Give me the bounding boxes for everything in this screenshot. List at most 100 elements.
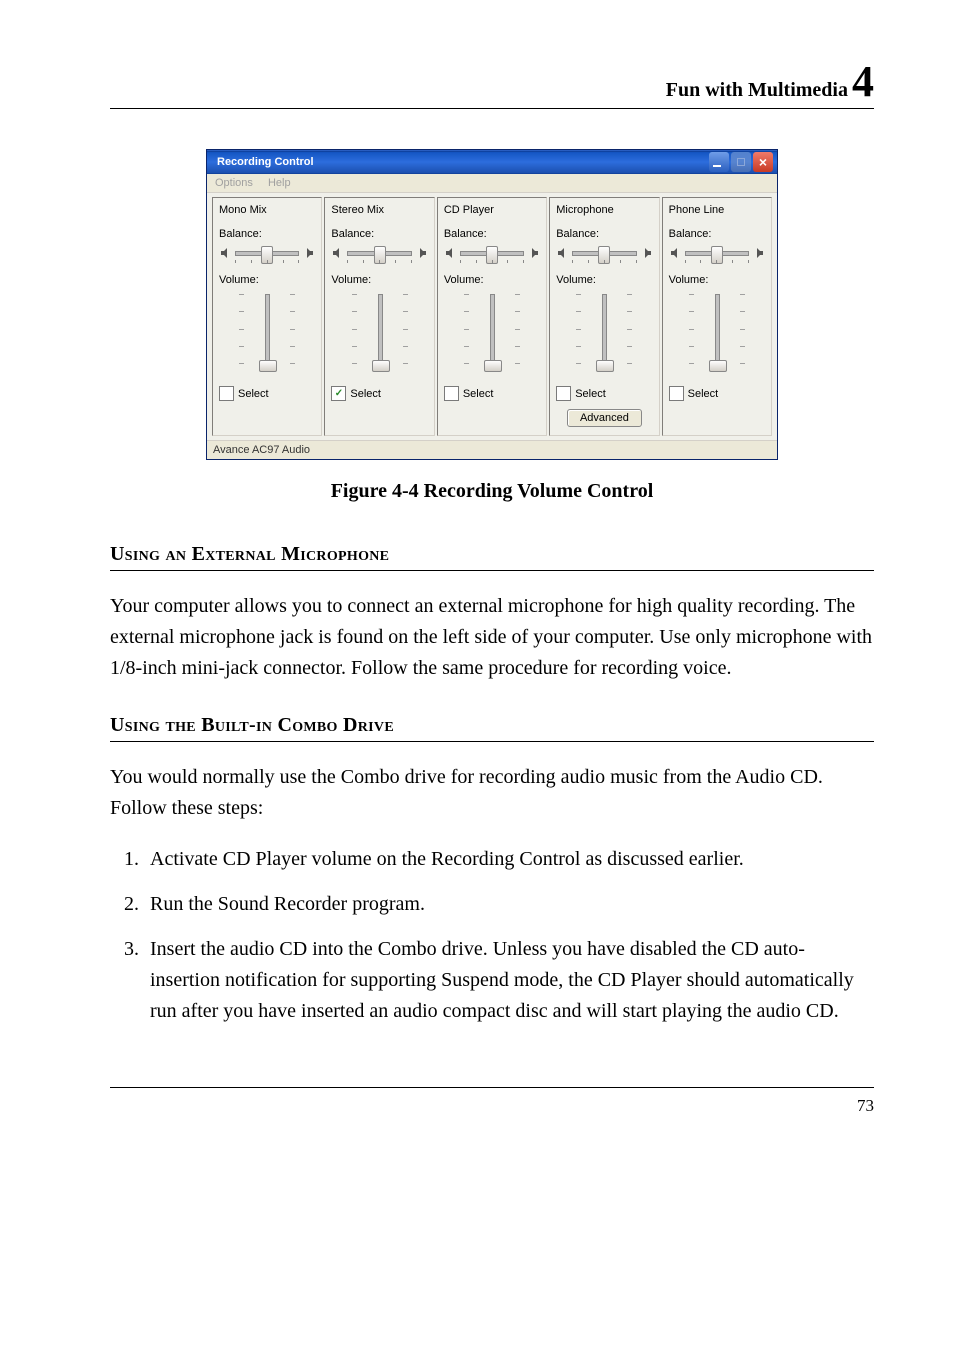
balance-label: Balance: xyxy=(556,228,652,240)
minimize-button[interactable] xyxy=(709,152,729,172)
select-checkbox[interactable] xyxy=(444,386,459,401)
balance-slider[interactable] xyxy=(572,244,636,262)
volume-ticks-left xyxy=(352,294,357,364)
balance-slider-row xyxy=(444,244,540,262)
volume-slider[interactable] xyxy=(371,294,389,372)
steps-list: Activate CD Player volume on the Recordi… xyxy=(110,844,874,1027)
mixer-column: Stereo Mix Balance: Volume: ✓ Select xyxy=(324,197,434,436)
window-titlebar[interactable]: Recording Control × xyxy=(207,150,777,174)
speaker-left-icon xyxy=(219,247,231,259)
volume-slider-row xyxy=(556,294,652,372)
select-label: Select xyxy=(238,388,269,400)
select-label: Select xyxy=(463,388,494,400)
column-title: Microphone xyxy=(556,204,652,216)
volume-slider-row xyxy=(331,294,427,372)
select-checkbox-row[interactable]: Select xyxy=(556,386,652,401)
step-item: Run the Sound Recorder program. xyxy=(144,889,874,920)
balance-label: Balance: xyxy=(219,228,315,240)
speaker-left-icon xyxy=(556,247,568,259)
speaker-right-icon xyxy=(641,247,653,259)
volume-ticks-right xyxy=(290,294,295,364)
select-checkbox-row[interactable]: Select xyxy=(219,386,315,401)
volume-label: Volume: xyxy=(556,274,652,286)
column-title: Stereo Mix xyxy=(331,204,427,216)
maximize-button xyxy=(731,152,751,172)
mixer-column: Microphone Balance: Volume: Select Advanced xyxy=(549,197,659,436)
balance-label: Balance: xyxy=(444,228,540,240)
volume-slider-row xyxy=(669,294,765,372)
balance-slider[interactable] xyxy=(685,244,749,262)
volume-slider[interactable] xyxy=(595,294,613,372)
volume-ticks-left xyxy=(689,294,694,364)
speaker-left-icon xyxy=(444,247,456,259)
column-title: Phone Line xyxy=(669,204,765,216)
balance-slider-row xyxy=(331,244,427,262)
section-body-external-mic: Your computer allows you to connect an e… xyxy=(110,591,874,684)
select-checkbox-row[interactable]: ✓ Select xyxy=(331,386,427,401)
section-intro-combo-drive: You would normally use the Combo drive f… xyxy=(110,762,874,824)
speaker-left-icon xyxy=(669,247,681,259)
recording-control-window: Recording Control × Options Help Mono Mi… xyxy=(206,149,778,460)
volume-slider-row xyxy=(444,294,540,372)
volume-slider[interactable] xyxy=(258,294,276,372)
speaker-left-icon xyxy=(331,247,343,259)
page-number: 73 xyxy=(857,1096,874,1115)
select-checkbox-row[interactable]: Select xyxy=(669,386,765,401)
speaker-right-icon xyxy=(303,247,315,259)
volume-ticks-right xyxy=(403,294,408,364)
volume-label: Volume: xyxy=(219,274,315,286)
page-header: Fun with Multimedia 4 xyxy=(110,60,874,109)
speaker-right-icon xyxy=(753,247,765,259)
column-title: Mono Mix xyxy=(219,204,315,216)
volume-label: Volume: xyxy=(444,274,540,286)
mixer-column: CD Player Balance: Volume: Select xyxy=(437,197,547,436)
select-checkbox-row[interactable]: Select xyxy=(444,386,540,401)
mixer-column: Phone Line Balance: Volume: Select xyxy=(662,197,772,436)
section-heading-external-mic: Using an External Microphone xyxy=(110,543,874,571)
balance-slider-row xyxy=(669,244,765,262)
figure-caption: Figure 4-4 Recording Volume Control xyxy=(110,480,874,503)
select-label: Select xyxy=(350,388,381,400)
volume-slider-row xyxy=(219,294,315,372)
balance-slider-row xyxy=(219,244,315,262)
balance-label: Balance: xyxy=(331,228,427,240)
menu-help[interactable]: Help xyxy=(268,177,291,189)
advanced-button[interactable]: Advanced xyxy=(567,409,642,427)
menu-options[interactable]: Options xyxy=(215,177,253,189)
status-bar: Avance AC97 Audio xyxy=(207,440,777,459)
volume-label: Volume: xyxy=(331,274,427,286)
balance-slider-row xyxy=(556,244,652,262)
select-label: Select xyxy=(688,388,719,400)
speaker-right-icon xyxy=(416,247,428,259)
balance-slider[interactable] xyxy=(347,244,411,262)
select-checkbox[interactable] xyxy=(219,386,234,401)
section-heading-combo-drive: Using the Built-in Combo Drive xyxy=(110,714,874,742)
mixer-column: Mono Mix Balance: Volume: Select xyxy=(212,197,322,436)
column-title: CD Player xyxy=(444,204,540,216)
window-menubar: Options Help xyxy=(207,174,777,193)
speaker-right-icon xyxy=(528,247,540,259)
select-label: Select xyxy=(575,388,606,400)
chapter-number: 4 xyxy=(852,60,874,104)
header-title: Fun with Multimedia xyxy=(666,79,848,102)
volume-ticks-right xyxy=(627,294,632,364)
balance-label: Balance: xyxy=(669,228,765,240)
close-button[interactable]: × xyxy=(753,152,773,172)
mixer-columns: Mono Mix Balance: Volume: Select Stereo Mix B… xyxy=(207,193,777,440)
window-title-text: Recording Control xyxy=(217,156,314,168)
volume-label: Volume: xyxy=(669,274,765,286)
step-item: Insert the audio CD into the Combo drive… xyxy=(144,934,874,1027)
select-checkbox[interactable]: ✓ xyxy=(331,386,346,401)
volume-ticks-left xyxy=(464,294,469,364)
volume-ticks-left xyxy=(239,294,244,364)
select-checkbox[interactable] xyxy=(669,386,684,401)
select-checkbox[interactable] xyxy=(556,386,571,401)
page-footer: 73 xyxy=(110,1087,874,1116)
volume-ticks-right xyxy=(515,294,520,364)
balance-slider[interactable] xyxy=(235,244,299,262)
volume-ticks-left xyxy=(576,294,581,364)
volume-slider[interactable] xyxy=(708,294,726,372)
step-item: Activate CD Player volume on the Recordi… xyxy=(144,844,874,875)
balance-slider[interactable] xyxy=(460,244,524,262)
volume-slider[interactable] xyxy=(483,294,501,372)
